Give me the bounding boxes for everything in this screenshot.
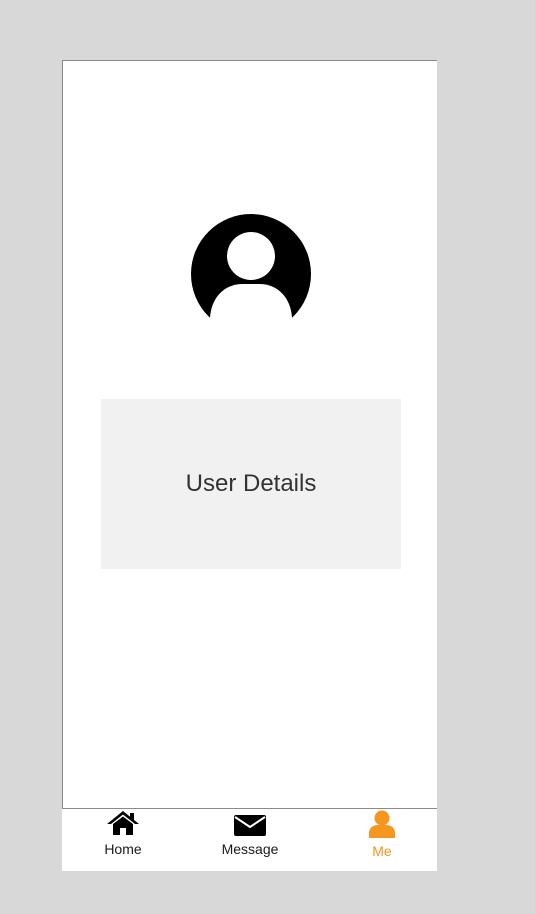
envelope-icon <box>233 809 267 842</box>
user-details-label: User Details <box>185 470 317 497</box>
tab-message-label: Message <box>221 841 279 857</box>
user-avatar-icon <box>191 214 311 335</box>
phone-frame: User Details Home Message Me <box>62 60 437 871</box>
bottom-tab-bar: Home Message Me <box>62 809 437 871</box>
tab-me-label: Me <box>372 843 392 859</box>
user-icon <box>368 809 396 844</box>
user-details-panel[interactable]: User Details <box>101 399 401 569</box>
tab-me[interactable]: Me <box>362 809 402 871</box>
tab-home[interactable]: Home <box>98 809 148 871</box>
home-icon <box>106 809 140 842</box>
tab-home-label: Home <box>104 841 142 857</box>
tab-message[interactable]: Message <box>215 809 285 871</box>
